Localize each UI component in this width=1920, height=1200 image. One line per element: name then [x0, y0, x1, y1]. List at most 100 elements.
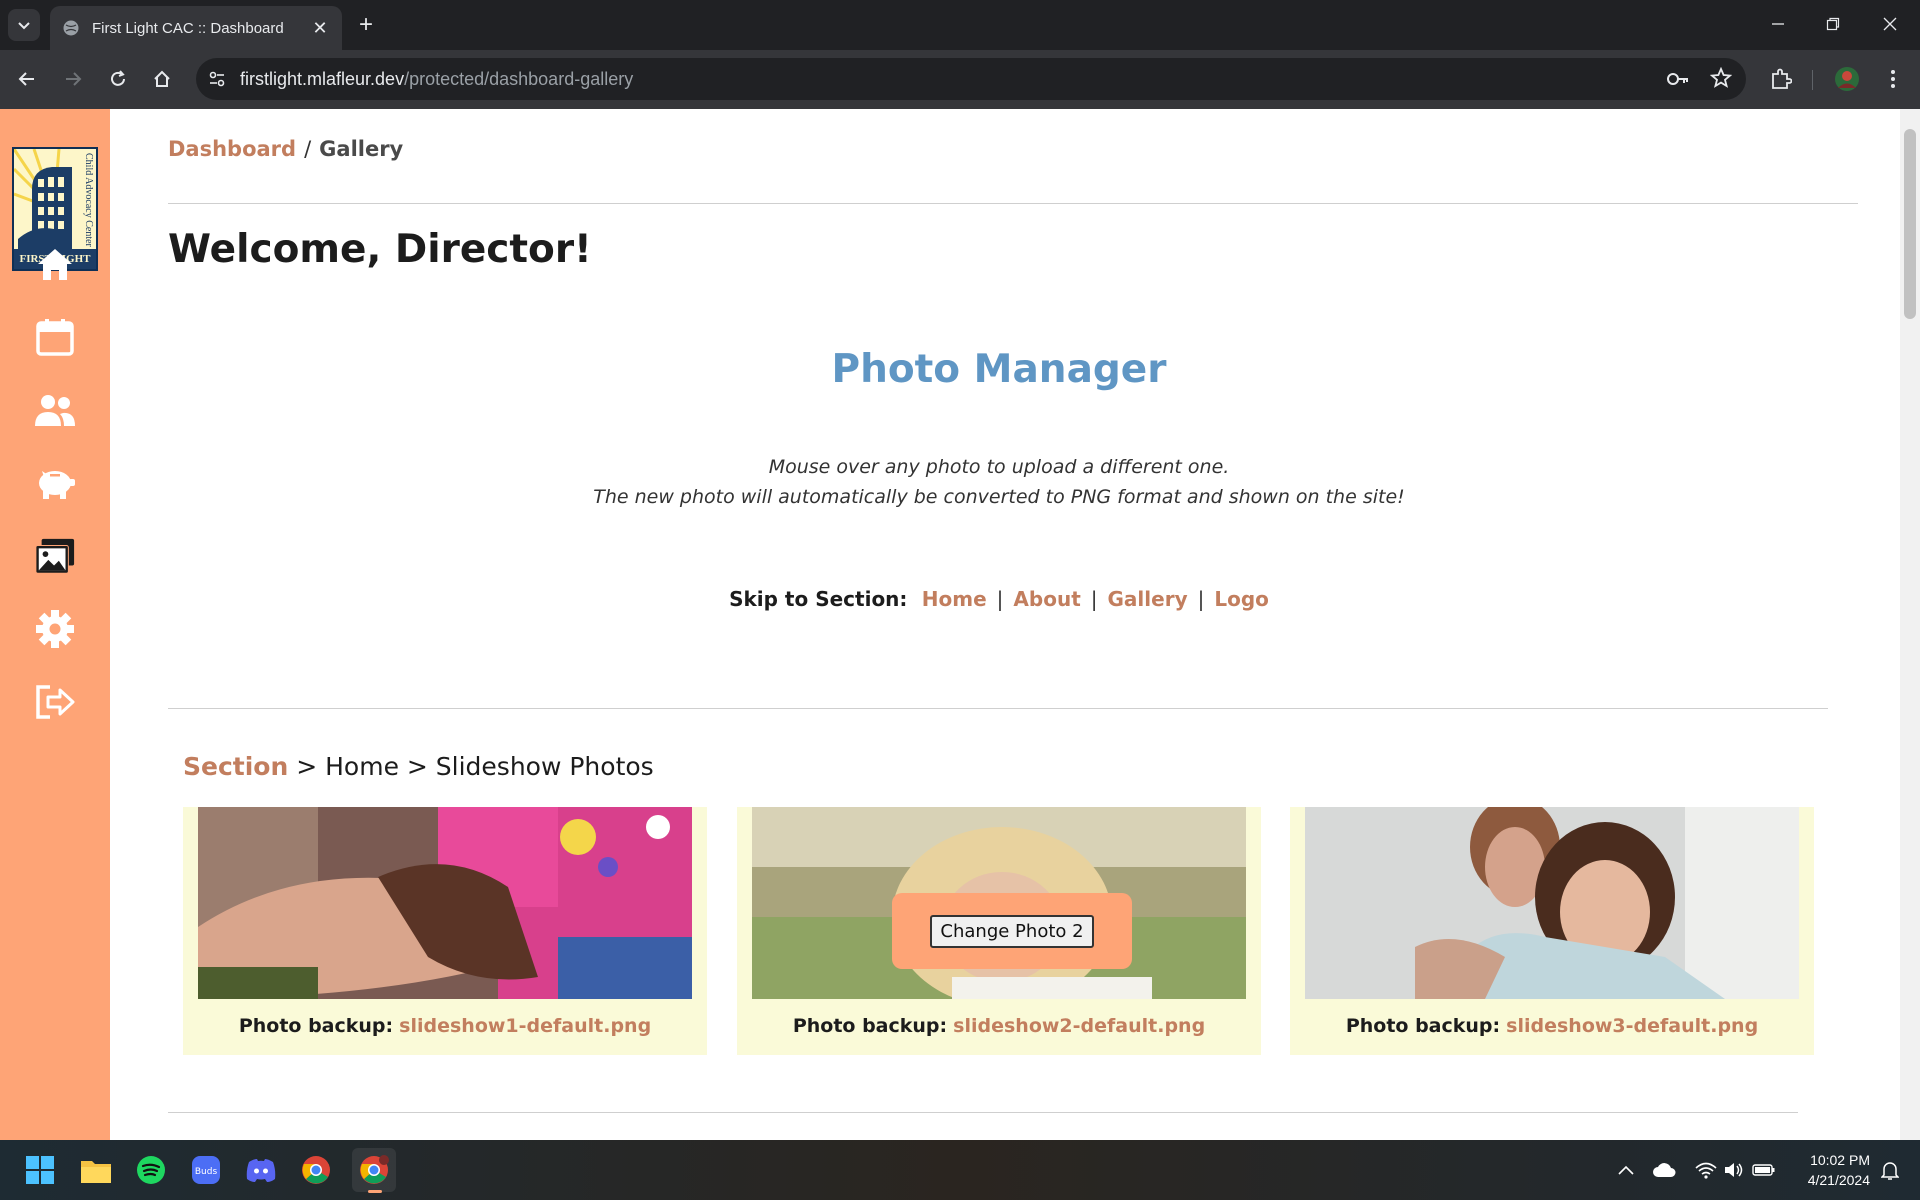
arrow-right-icon: [66, 72, 82, 86]
url-path: /protected/dashboard-gallery: [404, 69, 634, 89]
page-title: Welcome, Director!: [168, 227, 592, 272]
divider: [168, 1112, 1798, 1113]
photo-caption-3: Photo backup: slideshow3-default.png: [1290, 1015, 1814, 1037]
chrome-profile-icon[interactable]: [352, 1148, 396, 1193]
backup-file-link[interactable]: slideshow1-default.png: [399, 1015, 651, 1037]
gallery-icon[interactable]: [34, 535, 76, 577]
divider: [168, 708, 1828, 709]
chevron-up-icon[interactable]: [1608, 1152, 1644, 1188]
close-icon: [1883, 17, 1897, 31]
slideshow-photo-1[interactable]: [198, 807, 692, 999]
web-page: Child Advocacy Center FIRST LIGHT Dashbo…: [0, 109, 1920, 1140]
tab-search-button[interactable]: [8, 9, 40, 41]
globe-icon: [63, 20, 79, 36]
backup-file-link[interactable]: slideshow3-default.png: [1506, 1015, 1758, 1037]
photo-card-1: Photo backup: slideshow1-default.png: [183, 807, 707, 1055]
tab-close-icon[interactable]: ✕: [310, 18, 330, 39]
backup-label: Photo backup:: [1345, 1015, 1501, 1037]
clock-date: 4/21/2024: [1807, 1172, 1870, 1188]
chrome-icon[interactable]: [298, 1152, 334, 1188]
photo-card-2: Change Photo 2 Photo backup: slideshow2-…: [737, 807, 1261, 1055]
skip-divider: |: [1197, 587, 1205, 611]
skip-label: Skip to Section:: [729, 587, 908, 611]
kebab-menu-icon: [1891, 70, 1895, 88]
buds-app-icon[interactable]: Buds: [188, 1152, 224, 1188]
browser-toolbar: firstlight.mlafleur.dev/protected/dashbo…: [0, 50, 1920, 109]
photo-card-3: Photo backup: slideshow3-default.png: [1290, 807, 1814, 1055]
browser-tab[interactable]: First Light CAC :: Dashboard ✕: [50, 6, 342, 50]
tune-icon: [209, 71, 225, 87]
windows-taskbar: Buds 10:02 PM 4/21/2024: [0, 1140, 1920, 1200]
discord-icon[interactable]: [243, 1152, 279, 1188]
file-explorer-icon[interactable]: [78, 1152, 114, 1188]
notification-bell-icon[interactable]: [1872, 1152, 1908, 1188]
extensions-button[interactable]: [1766, 64, 1796, 94]
password-key-icon[interactable]: [1666, 68, 1690, 95]
users-icon[interactable]: [34, 389, 76, 431]
slideshow-photo-3[interactable]: [1305, 807, 1799, 999]
logout-icon[interactable]: [34, 681, 76, 723]
piggy-bank-icon[interactable]: [34, 462, 76, 504]
close-window-button[interactable]: [1872, 8, 1908, 40]
home-button[interactable]: [147, 64, 177, 94]
calendar-icon[interactable]: [34, 316, 76, 358]
url-host: firstlight.mlafleur.dev: [240, 69, 405, 89]
windows-start-icon[interactable]: [22, 1152, 58, 1188]
backup-label: Photo backup:: [792, 1015, 948, 1037]
page-scrollbar[interactable]: [1900, 109, 1920, 1140]
profile-avatar[interactable]: [1832, 64, 1862, 94]
svg-text:Buds: Buds: [195, 1167, 218, 1177]
chevron-down-icon: [18, 22, 30, 30]
logo-tagline: Child Advocacy Center: [83, 153, 94, 247]
reload-button[interactable]: [103, 64, 133, 94]
change-photo-overlay: Change Photo 2: [892, 893, 1132, 969]
skip-link-gallery[interactable]: Gallery: [1108, 587, 1188, 611]
back-button[interactable]: [12, 64, 42, 94]
skip-link-home[interactable]: Home: [922, 587, 987, 611]
bookmark-star-icon[interactable]: [1709, 66, 1733, 94]
new-tab-button[interactable]: +: [352, 12, 380, 40]
instruction-line-2: The new photo will automatically be conv…: [593, 486, 1405, 508]
clock[interactable]: 10:02 PM 4/21/2024: [1808, 1150, 1870, 1190]
section-path: > Home > Slideshow Photos: [288, 752, 654, 781]
skip-divider: |: [996, 587, 1004, 611]
instruction-line-1: Mouse over any photo to upload a differe…: [768, 456, 1230, 478]
battery-icon[interactable]: [1746, 1152, 1782, 1188]
section-heading: Section > Home > Slideshow Photos: [183, 752, 654, 781]
address-bar[interactable]: firstlight.mlafleur.dev/protected/dashbo…: [196, 58, 1746, 100]
menu-button[interactable]: [1878, 64, 1908, 94]
cloud-icon[interactable]: [1646, 1152, 1682, 1188]
skip-link-logo[interactable]: Logo: [1214, 587, 1269, 611]
home-icon[interactable]: [34, 243, 76, 285]
photo-caption-1: Photo backup: slideshow1-default.png: [183, 1015, 707, 1037]
breadcrumb-current: Gallery: [319, 137, 404, 161]
slideshow-photo-2[interactable]: Change Photo 2: [752, 807, 1246, 999]
backup-label: Photo backup:: [238, 1015, 394, 1037]
scrollbar-thumb[interactable]: [1904, 129, 1916, 319]
section-label: Section: [183, 752, 289, 781]
site-info-button[interactable]: [206, 68, 228, 90]
toolbar-divider: [1812, 70, 1813, 90]
gear-icon[interactable]: [34, 608, 76, 650]
photo-manager-title: Photo Manager: [831, 347, 1167, 392]
browser-tab-bar: First Light CAC :: Dashboard ✕ +: [0, 0, 1920, 50]
url-text: firstlight.mlafleur.dev/protected/dashbo…: [240, 69, 633, 90]
breadcrumb-dashboard-link[interactable]: Dashboard: [168, 137, 296, 161]
skip-link-about[interactable]: About: [1013, 587, 1080, 611]
active-indicator: [368, 1190, 382, 1193]
spotify-icon[interactable]: [133, 1152, 169, 1188]
backup-file-link[interactable]: slideshow2-default.png: [953, 1015, 1205, 1037]
photo-caption-2: Photo backup: slideshow2-default.png: [737, 1015, 1261, 1037]
skip-to-section-nav: Skip to Section: Home | About | Gallery | Logo: [110, 587, 1888, 611]
minimize-icon: [1772, 23, 1784, 25]
arrow-left-icon: [18, 72, 34, 86]
tab-title: First Light CAC :: Dashboard: [92, 19, 284, 37]
restore-icon: [1826, 17, 1840, 31]
breadcrumb-separator: /: [304, 137, 312, 161]
minimize-button[interactable]: [1760, 8, 1796, 40]
breadcrumb: Dashboard / Gallery: [168, 137, 403, 161]
forward-button[interactable]: [58, 64, 88, 94]
home-outline-icon: [154, 70, 170, 87]
change-photo-2-button[interactable]: Change Photo 2: [930, 914, 1094, 948]
restore-button[interactable]: [1815, 8, 1851, 40]
